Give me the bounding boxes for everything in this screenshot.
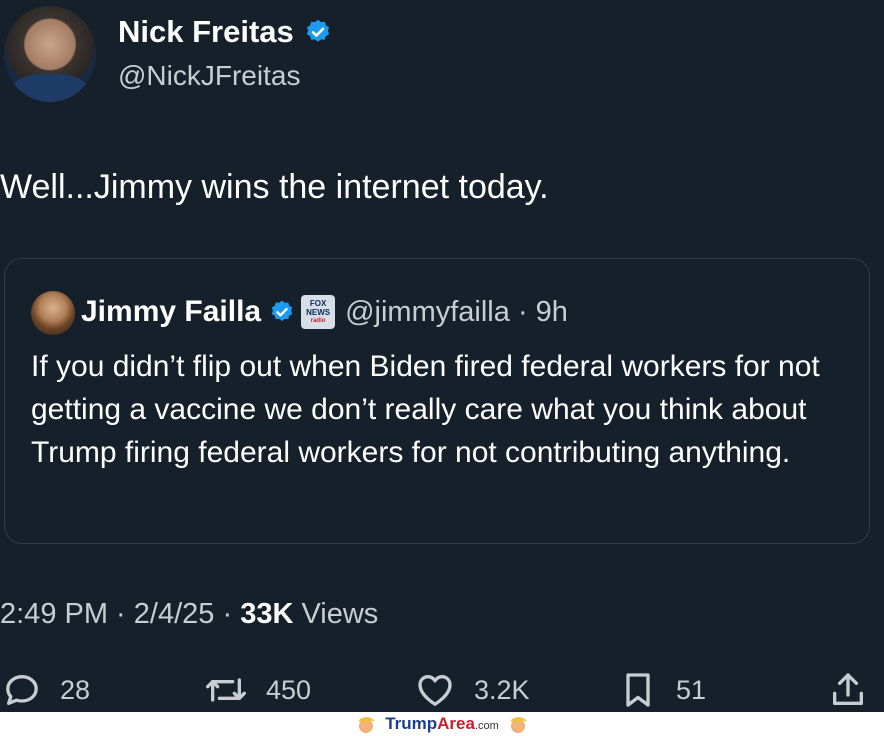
quoted-author-handle[interactable]: @jimmyfailla: [345, 296, 510, 328]
like-button[interactable]: 3.2K: [414, 668, 530, 712]
repost-icon: [206, 678, 246, 702]
author-name[interactable]: Nick Freitas: [118, 14, 294, 50]
cartoon-head-icon: [358, 717, 376, 733]
quoted-handle-and-time: @jimmyfailla · 9h: [345, 295, 568, 328]
share-button[interactable]: [828, 668, 868, 712]
share-icon: [833, 673, 863, 705]
views-label: Views: [301, 598, 379, 630]
repost-count: 450: [266, 674, 312, 705]
reply-icon: [6, 675, 38, 705]
views-count: 33K: [240, 598, 294, 630]
tweet-text: Well...Jimmy wins the internet today.: [0, 168, 549, 206]
repost-button[interactable]: 450: [204, 668, 311, 712]
fox-badge-line-2: NEWS: [306, 307, 331, 317]
verified-badge-icon: [304, 18, 332, 46]
action-bar: 28 450 3.2K 51: [0, 668, 884, 712]
author-handle[interactable]: @NickJFreitas: [118, 60, 300, 92]
quoted-author-name[interactable]: Jimmy Failla: [81, 295, 261, 329]
bookmark-button[interactable]: 51: [618, 668, 706, 712]
tweet-date[interactable]: 2/4/25: [134, 598, 215, 630]
watermark-text: TrumpArea.com: [385, 714, 499, 734]
reply-count: 28: [60, 674, 91, 705]
bookmark-icon: [626, 673, 650, 707]
author-avatar[interactable]: [4, 6, 96, 102]
fox-badge-line-3: radio: [310, 317, 326, 324]
fox-badge-line-1: FOX: [309, 298, 327, 308]
watermark-area: Area: [437, 714, 475, 733]
cartoon-head-icon: [509, 717, 527, 733]
like-count: 3.2K: [474, 674, 530, 705]
quoted-author-avatar[interactable]: [31, 291, 75, 335]
watermark-domain: .com: [474, 720, 499, 732]
like-icon: [418, 675, 452, 706]
quoted-tweet-text: If you didn’t flip out when Biden fired …: [31, 350, 820, 469]
quoted-tweet-header: Jimmy Failla FOX NEWS radio @jimmyfailla…: [81, 289, 568, 335]
fox-news-radio-affiliation-badge[interactable]: FOX NEWS radio: [301, 295, 336, 329]
tweet-time[interactable]: 2:49 PM: [0, 598, 108, 630]
quoted-tweet-card[interactable]: Jimmy Failla FOX NEWS radio @jimmyfailla…: [4, 258, 870, 544]
reply-button[interactable]: 28: [2, 668, 90, 712]
author-name-row: Nick Freitas: [118, 14, 332, 50]
quoted-tweet-time[interactable]: 9h: [536, 296, 568, 328]
trumparea-watermark: TrumpArea.com: [0, 712, 884, 736]
tweet-meta: 2:49 PM · 2/4/25 · 33K Views: [0, 598, 379, 630]
bookmark-count: 51: [676, 674, 707, 705]
watermark-trump: Trump: [385, 714, 438, 733]
verified-badge-icon: [269, 299, 295, 325]
